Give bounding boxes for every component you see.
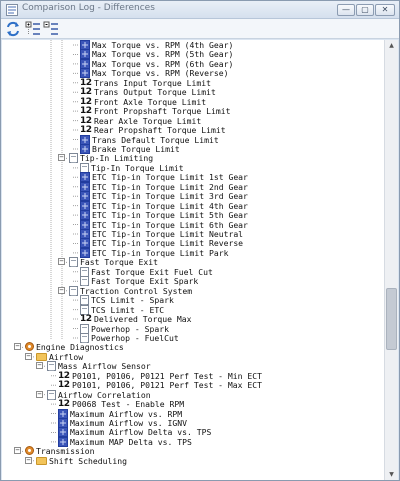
- collapse-toggle-icon[interactable]: −: [14, 343, 21, 351]
- collapse-toggle-icon[interactable]: −: [25, 456, 32, 464]
- document-icon: [47, 361, 56, 372]
- difference-tree[interactable]: Max Torque vs. RPM (4th Gear) Max Torque …: [2, 40, 384, 480]
- document-icon: [69, 153, 78, 164]
- collapse-all-icon[interactable]: [43, 21, 59, 37]
- title-bar[interactable]: Comparison Log - Differences — ▢ ✕: [1, 1, 399, 19]
- scroll-thumb[interactable]: [386, 288, 397, 350]
- collapse-toggle-icon[interactable]: −: [58, 286, 65, 294]
- collapse-toggle-icon[interactable]: −: [36, 362, 43, 370]
- document-icon: [69, 285, 78, 296]
- scroll-up-arrow-icon[interactable]: ▲: [386, 41, 397, 51]
- expand-all-icon[interactable]: [25, 21, 41, 37]
- document-icon: [47, 389, 56, 400]
- document-icon: [69, 257, 78, 268]
- close-button[interactable]: ✕: [375, 4, 395, 16]
- collapse-toggle-icon[interactable]: −: [36, 390, 43, 398]
- maximize-button[interactable]: ▢: [356, 4, 374, 16]
- folder-icon: [36, 352, 47, 361]
- vertical-scrollbar[interactable]: ▲ ▼: [384, 40, 398, 480]
- window-title: Comparison Log - Differences: [22, 3, 155, 13]
- collapse-toggle-icon[interactable]: −: [58, 154, 65, 162]
- category-gear-icon: [25, 342, 34, 352]
- folder-icon: [36, 456, 47, 465]
- toolbar: [1, 19, 399, 39]
- tree-node-label: Shift Scheduling: [49, 455, 127, 466]
- scroll-down-arrow-icon[interactable]: ▼: [386, 470, 397, 480]
- collapse-toggle-icon[interactable]: −: [14, 447, 21, 455]
- collapse-toggle-icon[interactable]: −: [25, 352, 32, 360]
- category-gear-icon: [25, 446, 34, 456]
- collapse-toggle-icon[interactable]: −: [58, 258, 65, 266]
- comparison-log-window: Comparison Log - Differences — ▢ ✕ Max T…: [0, 0, 400, 481]
- refresh-icon[interactable]: [5, 21, 21, 37]
- app-icon: [6, 4, 18, 16]
- tree-node[interactable]: Shift Scheduling: [36, 456, 127, 466]
- minimize-button[interactable]: —: [337, 4, 355, 16]
